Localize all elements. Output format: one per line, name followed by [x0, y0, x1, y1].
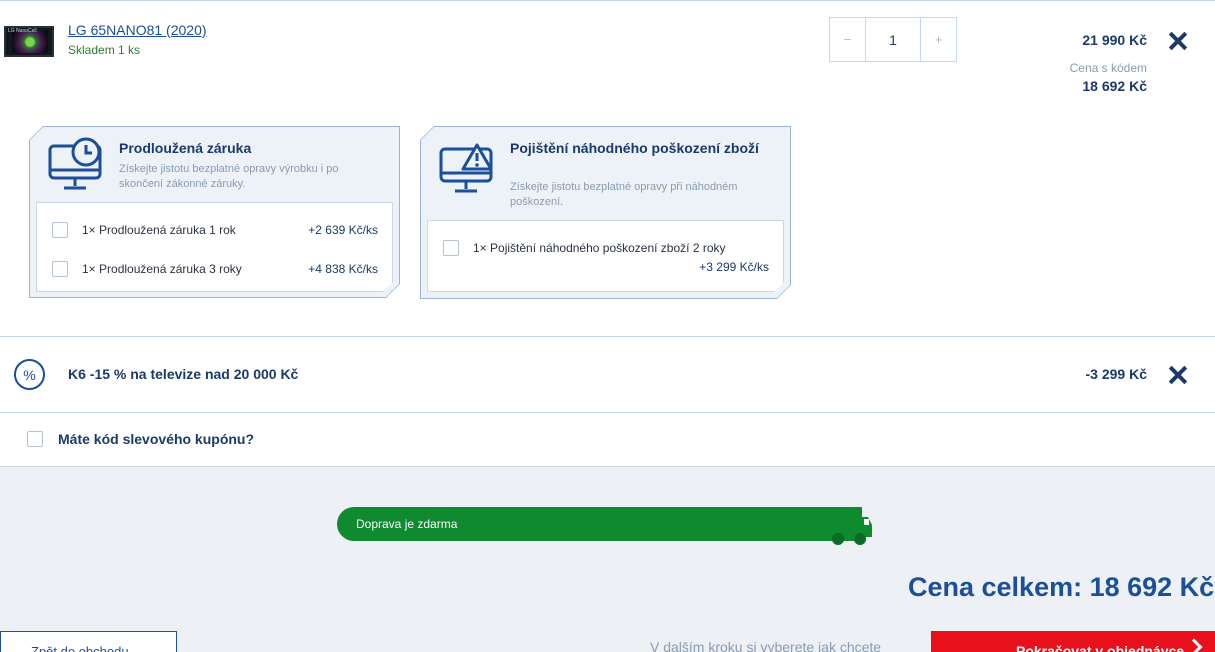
warranty-option-3-years[interactable]: 1× Prodloužená záruka 3 roky +4 838 Kč/k… — [37, 259, 392, 279]
truck-icon — [826, 507, 872, 545]
option-label: 1× Pojištění náhodného poškození zboží 2… — [473, 241, 726, 255]
back-to-shop-button[interactable]: Zpět do obchodu — [0, 631, 177, 652]
percent-icon: % — [14, 359, 45, 390]
increase-quantity-button[interactable]: + — [921, 18, 956, 61]
next-step-note: V dalším kroku si vyberete jak chcete — [650, 639, 882, 652]
chevron-right-icon — [1185, 638, 1203, 652]
stock-status: Skladem 1 ks — [68, 43, 141, 57]
warranty-title: Prodloužená záruka — [119, 140, 252, 156]
product-image — [12, 31, 48, 53]
discount-amount: -3 299 Kč — [1085, 366, 1147, 382]
insurance-options: 1× Pojištění náhodného poškození zboží 2… — [427, 220, 784, 292]
product-name-link[interactable]: LG 65NANO81 (2020) — [68, 22, 207, 38]
cart-item-row: LG NanoCell LG 65NANO81 (2020) Skladem 1… — [0, 0, 1215, 337]
warning-monitor-icon — [439, 143, 493, 193]
free-shipping-progress-bar: Doprava je zdarma — [337, 507, 860, 541]
quantity-input[interactable]: 1 — [865, 18, 921, 61]
warranty-options: 1× Prodloužená záruka 1 rok +2 639 Kč/ks… — [36, 202, 393, 292]
continue-order-button[interactable]: Pokračovat v objednávce — [931, 631, 1215, 652]
item-price: 21 990 Kč — [1082, 32, 1147, 48]
option-price: +4 838 Kč/ks — [308, 262, 378, 276]
order-total: Cena celkem: 18 692 Kč — [908, 572, 1215, 602]
insurance-description: Získejte jistotu bezplatné opravy při ná… — [510, 181, 738, 208]
insurance-option-2-years[interactable]: 1× Pojištění náhodného poškození zboží 2… — [428, 238, 783, 274]
insurance-2-years-checkbox[interactable] — [443, 240, 459, 256]
remove-item-close-icon[interactable] — [1167, 30, 1189, 52]
discount-row: % K6 -15 % na televize nad 20 000 Kč -3 … — [0, 337, 1215, 413]
warranty-option-1-year[interactable]: 1× Prodloužená záruka 1 rok +2 639 Kč/ks — [37, 220, 392, 240]
option-price: +2 639 Kč/ks — [308, 223, 378, 237]
warranty-3-years-checkbox[interactable] — [52, 261, 68, 277]
thumbnail-caption: LG NanoCell — [8, 28, 37, 34]
option-price: +3 299 Kč/ks — [699, 260, 769, 274]
coupon-checkbox[interactable] — [27, 431, 43, 447]
quantity-stepper: − 1 + — [829, 17, 957, 62]
continue-order-label: Pokračovat v objednávce — [1016, 643, 1185, 652]
discount-label: K6 -15 % na televize nad 20 000 Kč — [68, 366, 299, 382]
clock-monitor-icon — [48, 137, 102, 190]
option-label: 1× Prodloužená záruka 3 roky — [82, 262, 242, 276]
cart-page: LG NanoCell LG 65NANO81 (2020) Skladem 1… — [0, 0, 1215, 652]
warranty-description: Získejte jistotu bezplatné opravy výrobk… — [119, 163, 339, 190]
insurance-title: Pojištění náhodného poškození zboží — [510, 140, 759, 156]
product-thumbnail[interactable]: LG NanoCell — [4, 26, 54, 57]
coupon-row: Máte kód slevového kupónu? — [0, 413, 1215, 467]
free-shipping-label: Doprava je zdarma — [356, 517, 458, 531]
order-summary: Doprava je zdarma Cena celkem: 18 692 Kč… — [0, 467, 1215, 652]
code-price-label: Cena s kódem — [1069, 61, 1147, 75]
remove-discount-close-icon[interactable] — [1167, 364, 1189, 386]
coupon-label[interactable]: Máte kód slevového kupónu? — [58, 431, 254, 447]
option-label: 1× Prodloužená záruka 1 rok — [82, 223, 236, 237]
warranty-1-year-checkbox[interactable] — [52, 222, 68, 238]
decrease-quantity-button[interactable]: − — [830, 18, 865, 61]
code-price: 18 692 Kč — [1082, 78, 1147, 94]
